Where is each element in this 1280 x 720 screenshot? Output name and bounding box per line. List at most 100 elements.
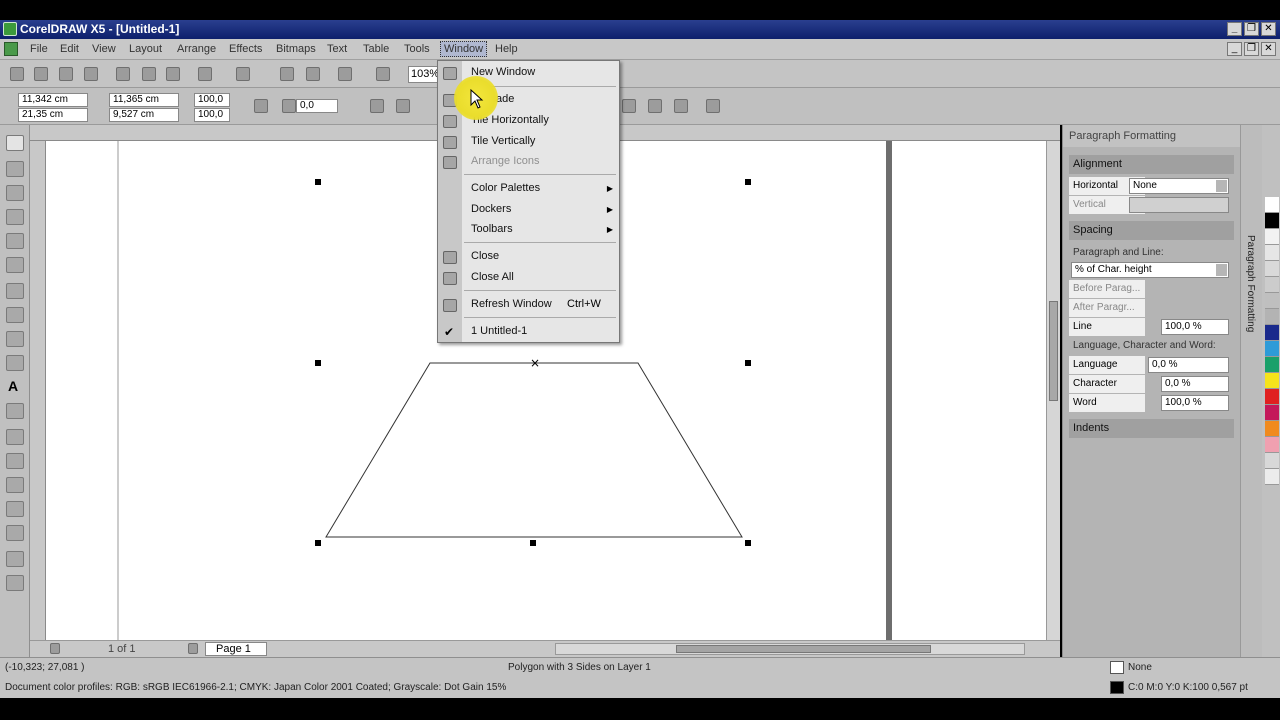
selection-handle[interactable]	[745, 360, 751, 366]
horizontal-scroll-thumb[interactable]	[676, 645, 931, 653]
menu-item-refresh-window[interactable]: Refresh Window	[471, 298, 552, 310]
to-front-icon[interactable]	[648, 99, 662, 113]
selection-handle[interactable]	[315, 540, 321, 546]
color-swatch[interactable]	[1265, 293, 1279, 309]
menu-item-close-all[interactable]: Close All	[471, 271, 514, 283]
page-tab[interactable]: Page 1	[205, 642, 267, 656]
document-icon[interactable]	[4, 42, 18, 56]
text-tool-icon[interactable]: A	[8, 378, 18, 394]
scale-y-field[interactable]: 100,0	[194, 108, 230, 122]
color-swatch[interactable]	[1265, 421, 1279, 437]
vertical-scrollbar[interactable]	[1046, 141, 1060, 640]
rotation-angle-field[interactable]: 0,0	[296, 99, 338, 113]
first-page-icon[interactable]	[50, 643, 60, 654]
horizontal-alignment-select[interactable]: None	[1129, 178, 1229, 194]
close-button[interactable]: ✕	[1261, 22, 1276, 36]
menu-item-color-palettes[interactable]: Color Palettes	[471, 182, 540, 194]
vertical-ruler[interactable]	[30, 141, 46, 640]
pick-tool-icon[interactable]	[6, 135, 24, 151]
minimize-button[interactable]: _	[1227, 22, 1242, 36]
import-icon[interactable]	[280, 67, 294, 81]
color-swatch[interactable]	[1265, 245, 1279, 261]
undo-icon[interactable]	[198, 67, 212, 81]
object-width-field[interactable]: 11,365 cm	[109, 93, 179, 107]
menu-view[interactable]: View	[92, 43, 116, 55]
doc-restore-button[interactable]: ❐	[1244, 42, 1259, 56]
menu-item-dockers[interactable]: Dockers	[471, 203, 511, 215]
color-swatch[interactable]	[1265, 453, 1279, 469]
convert-to-curves-icon[interactable]	[706, 99, 720, 113]
object-height-field[interactable]: 9,527 cm	[109, 108, 179, 122]
alignment-section-header[interactable]: Alignment	[1069, 155, 1234, 174]
redo-icon[interactable]	[236, 67, 250, 81]
zoom-tool-icon[interactable]	[6, 209, 24, 225]
indents-section-header[interactable]: Indents	[1069, 419, 1234, 438]
color-swatch[interactable]	[1265, 213, 1279, 229]
horizontal-scrollbar[interactable]	[555, 643, 1025, 655]
menu-help[interactable]: Help	[495, 43, 518, 55]
parallel-dimension-tool-icon[interactable]	[6, 429, 24, 445]
vertical-scroll-thumb[interactable]	[1049, 301, 1058, 401]
color-swatch[interactable]	[1265, 261, 1279, 277]
menu-text[interactable]: Text	[327, 43, 347, 55]
x-position-field[interactable]: 11,342 cm	[18, 93, 88, 107]
selection-handle[interactable]	[315, 179, 321, 185]
restore-button[interactable]: ❐	[1244, 22, 1259, 36]
selection-handle[interactable]	[315, 360, 321, 366]
color-swatch[interactable]	[1265, 325, 1279, 341]
rotation-icon[interactable]	[282, 99, 296, 113]
menu-edit[interactable]: Edit	[60, 43, 79, 55]
save-icon[interactable]	[59, 67, 73, 81]
crop-tool-icon[interactable]	[6, 185, 24, 201]
copy-icon[interactable]	[142, 67, 156, 81]
language-spacing-field[interactable]: 0,0 %	[1148, 357, 1229, 373]
menu-tools[interactable]: Tools	[404, 43, 430, 55]
freehand-tool-icon[interactable]	[6, 233, 24, 249]
smart-fill-tool-icon[interactable]	[6, 257, 24, 273]
menu-window[interactable]: Window	[440, 41, 488, 57]
outline-width-icon[interactable]	[622, 99, 636, 113]
basic-shapes-tool-icon[interactable]	[6, 355, 24, 371]
doc-close-button[interactable]: ✕	[1261, 42, 1276, 56]
eyedropper-tool-icon[interactable]	[6, 501, 24, 517]
mirror-vertical-icon[interactable]	[396, 99, 410, 113]
welcome-screen-icon[interactable]	[376, 67, 390, 81]
menu-item-tile-vertically[interactable]: Tile Vertically	[471, 135, 535, 147]
y-position-field[interactable]: 21,35 cm	[18, 108, 88, 122]
fill-tool-icon[interactable]	[6, 551, 24, 567]
line-spacing-field[interactable]: 100,0 %	[1161, 319, 1229, 335]
menu-arrange[interactable]: Arrange	[177, 43, 216, 55]
color-profiles-info[interactable]: Document color profiles: RGB: sRGB IEC61…	[5, 682, 506, 693]
polygon-tool-icon[interactable]	[6, 331, 24, 347]
interactive-fill-tool-icon[interactable]	[6, 575, 24, 591]
paragraph-formatting-tab[interactable]: Paragraph Formatting	[1245, 235, 1256, 332]
cut-icon[interactable]	[116, 67, 130, 81]
color-swatch[interactable]	[1265, 405, 1279, 421]
color-swatch[interactable]	[1265, 197, 1279, 213]
outline-tool-icon[interactable]	[6, 525, 24, 541]
menu-item-close[interactable]: Close	[471, 250, 499, 262]
add-page-icon[interactable]	[188, 643, 198, 654]
color-swatch[interactable]	[1265, 357, 1279, 373]
color-swatch[interactable]	[1265, 469, 1279, 485]
selection-handle[interactable]	[745, 179, 751, 185]
doc-minimize-button[interactable]: _	[1227, 42, 1242, 56]
print-icon[interactable]	[84, 67, 98, 81]
application-launcher-icon[interactable]	[338, 67, 352, 81]
menu-item-toolbars[interactable]: Toolbars	[471, 223, 513, 235]
menu-table[interactable]: Table	[363, 43, 389, 55]
spacing-unit-select[interactable]: % of Char. height	[1071, 262, 1229, 278]
shape-tool-icon[interactable]	[6, 161, 24, 177]
trapezoid-shape[interactable]	[325, 362, 743, 538]
word-spacing-field[interactable]: 100,0 %	[1161, 395, 1229, 411]
blend-tool-icon[interactable]	[6, 477, 24, 493]
menu-item-1-untitled-1[interactable]: 1 Untitled-1	[471, 325, 527, 337]
lock-ratio-icon[interactable]	[254, 99, 268, 113]
rectangle-tool-icon[interactable]	[6, 283, 24, 299]
menu-bitmaps[interactable]: Bitmaps	[276, 43, 316, 55]
export-icon[interactable]	[306, 67, 320, 81]
scale-x-field[interactable]: 100,0	[194, 93, 230, 107]
to-back-icon[interactable]	[674, 99, 688, 113]
color-swatch[interactable]	[1265, 341, 1279, 357]
connector-tool-icon[interactable]	[6, 453, 24, 469]
